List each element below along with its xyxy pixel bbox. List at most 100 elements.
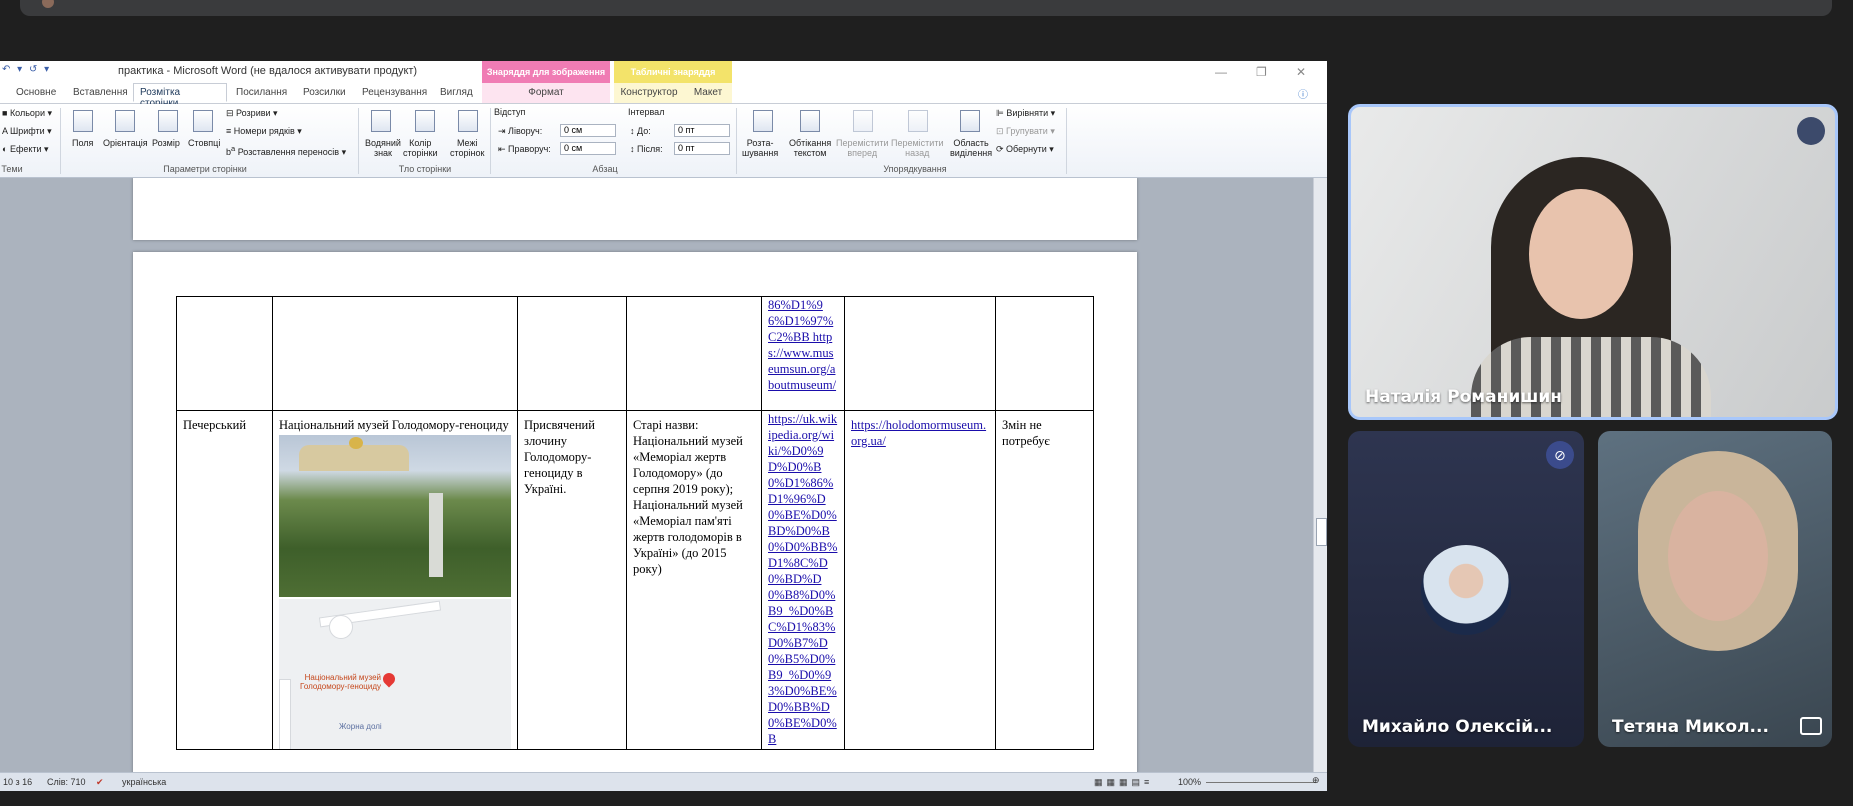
page-borders-icon[interactable]: [458, 110, 478, 132]
zoom-in-icon[interactable]: ⊕: [1312, 775, 1320, 786]
map-place-label-secondary: Жорна долі: [339, 722, 382, 731]
columns-icon[interactable]: [193, 110, 213, 132]
spacing-after-input[interactable]: 0 пт: [674, 142, 730, 155]
museums-table[interactable]: 86%D1%96%D1%97%C2%BB https://www.museums…: [176, 296, 1094, 750]
site-link[interactable]: https://holodomormuseum.org.ua/: [851, 418, 986, 448]
orientation-button[interactable]: Орієнтація: [103, 138, 148, 148]
previous-page: [133, 178, 1137, 240]
minimize-icon[interactable]: —: [1215, 65, 1227, 79]
breaks-button[interactable]: ⊟ Розриви ▾: [226, 108, 278, 119]
effects-button[interactable]: ◐ Ефекти ▾: [2, 144, 49, 155]
group-button[interactable]: ⊡ Групувати ▾: [996, 126, 1055, 137]
tab-insert[interactable]: Вставлення: [73, 87, 128, 98]
selection-pane-icon[interactable]: [960, 110, 980, 132]
tab-mailings[interactable]: Розсилки: [303, 87, 346, 98]
map-road: [279, 679, 291, 749]
page-color-button[interactable]: Колір сторінки: [403, 138, 437, 158]
size-button[interactable]: Розмір: [152, 138, 180, 148]
zoom-slider[interactable]: [1206, 782, 1316, 783]
table-cell[interactable]: [844, 296, 996, 411]
fonts-button[interactable]: A Шрифти ▾: [2, 126, 52, 137]
spacing-before-input[interactable]: 0 пт: [674, 124, 730, 137]
page-borders-button[interactable]: Межі сторінок: [450, 138, 484, 158]
page-color-icon[interactable]: [415, 110, 435, 132]
position-icon[interactable]: [753, 110, 773, 132]
vertical-scrollbar[interactable]: [1313, 178, 1327, 772]
table-tools-context-tab: Табличні знаряддя: [614, 61, 732, 83]
memorial-tower-shape: [429, 493, 443, 577]
tab-table-design[interactable]: Конструктор: [614, 83, 684, 103]
watermark-icon[interactable]: [371, 110, 391, 132]
museum-photo[interactable]: [279, 435, 511, 597]
size-icon[interactable]: [158, 110, 178, 132]
margins-button[interactable]: Поля: [72, 138, 93, 148]
quick-access-toolbar[interactable]: ↶ ▾ ↺ ▾: [2, 64, 51, 75]
tab-format[interactable]: Формат: [482, 83, 610, 103]
send-backward-button[interactable]: Перемістити назад: [891, 138, 943, 158]
group-page-setup-label: Параметри сторінки: [163, 164, 247, 174]
museum-name-cell[interactable]: Національний музей Голодомору-геноциду Н…: [272, 410, 518, 750]
language-indicator[interactable]: українська: [122, 777, 166, 787]
colors-button[interactable]: ■ Кольори ▾: [2, 108, 52, 119]
bring-forward-icon[interactable]: [853, 110, 873, 132]
separator: [60, 108, 61, 174]
watermark-button[interactable]: Водяний знак: [365, 138, 401, 158]
view-buttons[interactable]: ▦▦▦▤≡: [1094, 777, 1153, 788]
word-count[interactable]: Слів: 710: [47, 777, 86, 787]
participant-tile[interactable]: ⊘ Михайло Олексій...: [1348, 431, 1584, 747]
table-cell[interactable]: [995, 296, 1094, 411]
person-shirt: [1471, 337, 1711, 417]
proofing-icon[interactable]: ✔: [96, 777, 104, 788]
tab-review[interactable]: Рецензування: [362, 87, 427, 98]
wiki-link[interactable]: https://uk.wikipedia.org/wiki/%D0%9D%D0%…: [768, 412, 837, 746]
indent-right-input[interactable]: 0 см: [560, 142, 616, 155]
document-area[interactable]: 86%D1%96%D1%97%C2%BB https://www.museums…: [0, 178, 1313, 772]
align-button[interactable]: ⊫ Вирівняти ▾: [996, 108, 1055, 119]
table-cell[interactable]: [272, 296, 518, 411]
dome-shape: [349, 437, 363, 449]
wrap-text-button[interactable]: Обтікання текстом: [789, 138, 831, 158]
table-cell[interactable]: [626, 296, 762, 411]
table-cell[interactable]: 86%D1%96%D1%97%C2%BB https://www.museums…: [761, 296, 845, 411]
bring-forward-button[interactable]: Перемістити вперед: [836, 138, 888, 158]
description-cell[interactable]: Присвячений злочину Голодомору-геноциду …: [517, 410, 627, 750]
orientation-icon[interactable]: [115, 110, 135, 132]
tab-view[interactable]: Вигляд: [440, 87, 473, 98]
participant-tile-speaking[interactable]: Наталія Романишин: [1348, 104, 1838, 420]
zoom-level[interactable]: 100%: [1178, 777, 1201, 787]
table-cell[interactable]: [517, 296, 627, 411]
participant-tile[interactable]: Тетяна Микол...: [1598, 431, 1832, 747]
margins-icon[interactable]: [73, 110, 93, 132]
send-backward-icon[interactable]: [908, 110, 928, 132]
museum-name: Національний музей Голодомору-геноциду: [279, 418, 509, 432]
position-button[interactable]: Розта-шування: [742, 138, 778, 158]
district-cell[interactable]: Печерський: [176, 410, 273, 750]
selection-pane-button[interactable]: Область виділення: [950, 138, 992, 158]
tab-references[interactable]: Посилання: [236, 87, 287, 98]
spacing-after-label: ↕ Після:: [630, 144, 663, 154]
close-icon[interactable]: ✕: [1296, 65, 1306, 79]
line-numbers-button[interactable]: ≡ Номери рядків ▾: [226, 126, 302, 137]
site-link-cell[interactable]: https://holodomormuseum.org.ua/: [844, 410, 996, 750]
indent-left-input[interactable]: 0 см: [560, 124, 616, 137]
page-count[interactable]: 10 з 16: [3, 777, 32, 787]
map-pin-icon: [380, 670, 398, 688]
hyphenation-button[interactable]: ba Розставлення переносів ▾: [226, 144, 346, 158]
rotate-button[interactable]: ⟳ Обернути ▾: [996, 144, 1054, 155]
status-cell[interactable]: Змін не потребує: [995, 410, 1094, 750]
tab-home[interactable]: Основне: [16, 87, 56, 98]
columns-button[interactable]: Стовпці: [188, 138, 220, 148]
expand-icon[interactable]: [1800, 717, 1822, 735]
wiki-link-cell[interactable]: https://uk.wikipedia.org/wiki/%D0%9D%D0%…: [761, 410, 845, 750]
tab-table-layout[interactable]: Макет: [684, 83, 732, 103]
scrollbar-thumb[interactable]: [1316, 518, 1327, 546]
tab-page-layout[interactable]: Розмітка сторінки: [133, 83, 227, 109]
table-cell[interactable]: [176, 296, 273, 411]
wrap-text-icon[interactable]: [800, 110, 820, 132]
museum-map[interactable]: Національний музей Голодомору-геноциду Ж…: [279, 599, 511, 749]
museum-link[interactable]: 86%D1%96%D1%97%C2%BB https://www.museums…: [768, 298, 836, 392]
help-icon[interactable]: ⓘ: [1298, 86, 1308, 101]
restore-icon[interactable]: ❐: [1256, 65, 1267, 79]
image-tools-context-tab: Знаряддя для зображення: [482, 61, 610, 83]
old-names-cell[interactable]: Старі назви: Національний музей «Меморіа…: [626, 410, 762, 750]
